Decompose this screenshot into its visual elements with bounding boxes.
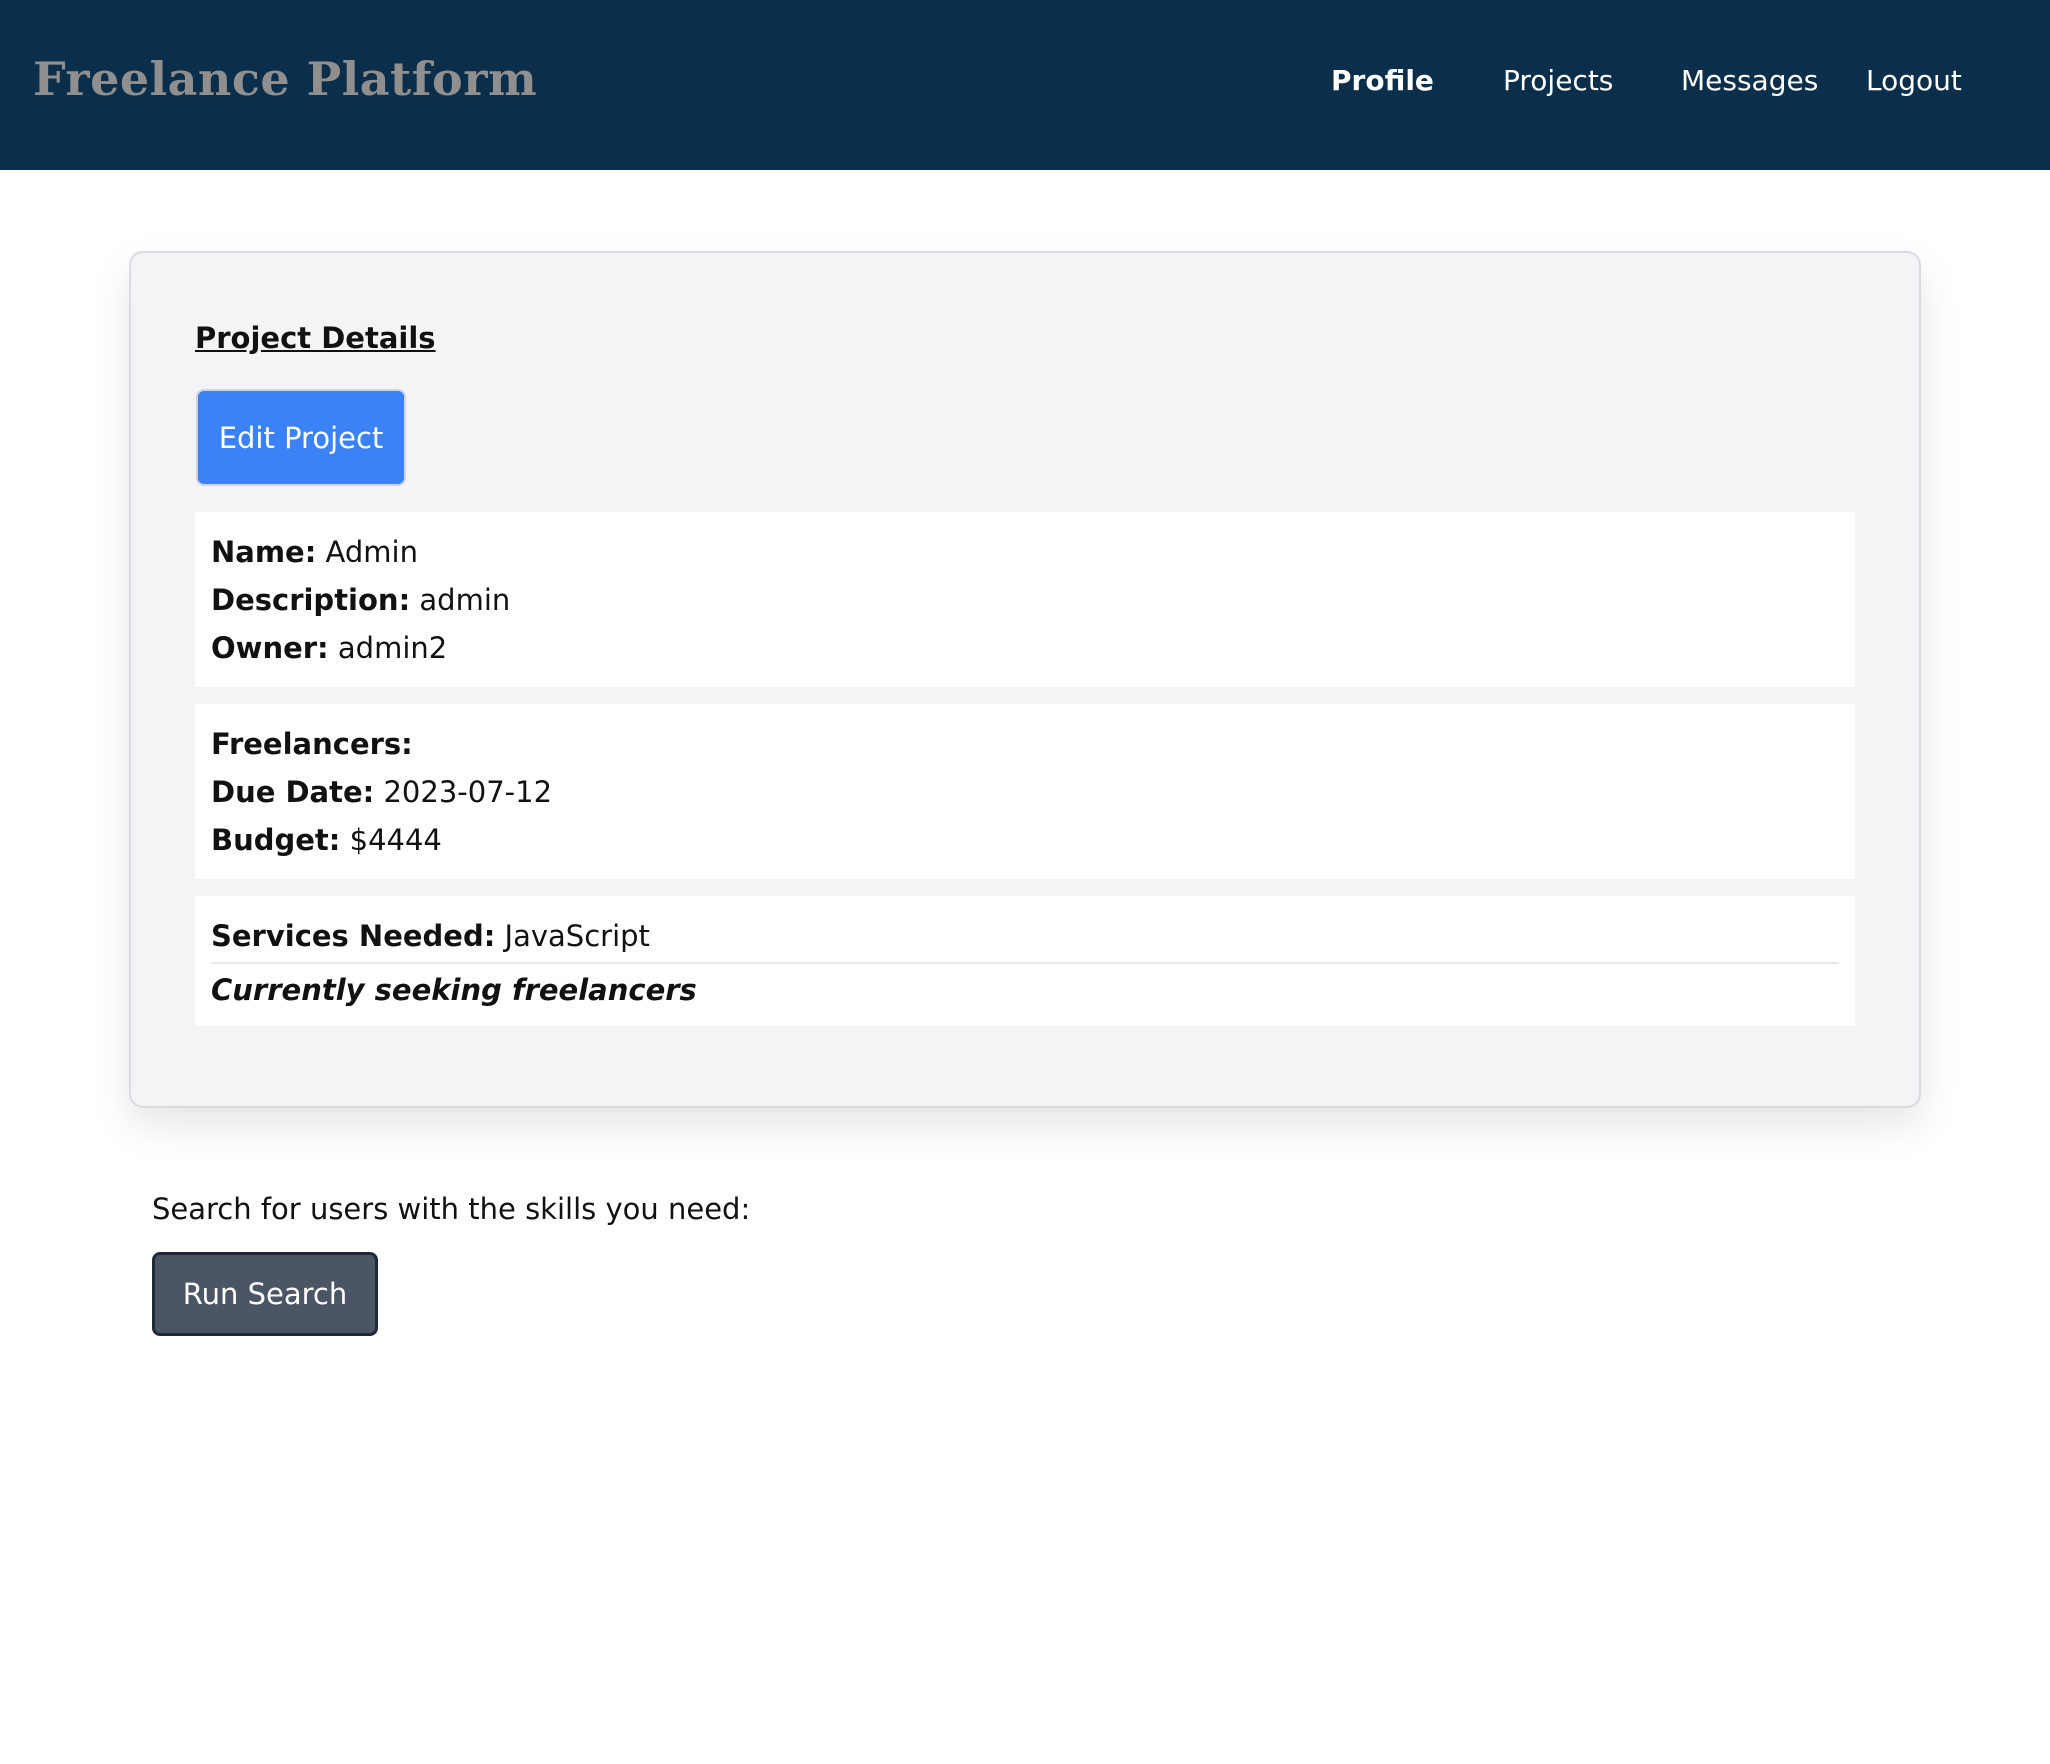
owner-row: Owner: admin2 [211, 624, 1839, 672]
name-row: Name: Admin [211, 528, 1839, 576]
top-navbar: Freelance Platform Profile Projects Mess… [0, 0, 2050, 170]
description-value: admin [419, 583, 511, 617]
nav-projects[interactable]: Projects [1503, 64, 1613, 97]
freelancers-label: Freelancers: [211, 727, 413, 761]
description-row: Description: admin [211, 576, 1839, 624]
name-value: Admin [325, 535, 418, 569]
budget-label: Budget: [211, 823, 341, 857]
description-label: Description: [211, 583, 411, 617]
freelancers-row: Freelancers: [211, 720, 1839, 768]
nav-logout[interactable]: Logout [1866, 64, 1962, 97]
nav-messages[interactable]: Messages [1681, 64, 1818, 97]
status-text: Currently seeking freelancers [211, 973, 697, 1007]
services-label: Services Needed: [211, 919, 496, 953]
services-row: Services Needed: JavaScript [211, 912, 1839, 960]
due-date-row: Due Date: 2023-07-12 [211, 768, 1839, 816]
due-date-value: 2023-07-12 [383, 775, 553, 809]
project-details-card: Project Details Edit Project Name: Admin… [129, 251, 1921, 1108]
brand-title[interactable]: Freelance Platform [33, 52, 537, 106]
budget-value: $4444 [349, 823, 442, 857]
services-value: JavaScript [504, 919, 650, 953]
owner-label: Owner: [211, 631, 329, 665]
edit-project-button[interactable]: Edit Project [196, 389, 406, 486]
name-label: Name: [211, 535, 317, 569]
budget-row: Budget: $4444 [211, 816, 1839, 864]
divider [211, 962, 1839, 964]
nav-profile[interactable]: Profile [1331, 64, 1434, 97]
page-title: Project Details [195, 321, 436, 355]
owner-value: admin2 [337, 631, 448, 665]
project-info-box: Name: Admin Description: admin Owner: ad… [195, 512, 1855, 687]
project-services-box: Services Needed: JavaScript Currently se… [195, 896, 1855, 1026]
search-prompt: Search for users with the skills you nee… [152, 1192, 751, 1226]
project-schedule-box: Freelancers: Due Date: 2023-07-12 Budget… [195, 704, 1855, 879]
due-date-label: Due Date: [211, 775, 375, 809]
run-search-button[interactable]: Run Search [152, 1252, 378, 1336]
